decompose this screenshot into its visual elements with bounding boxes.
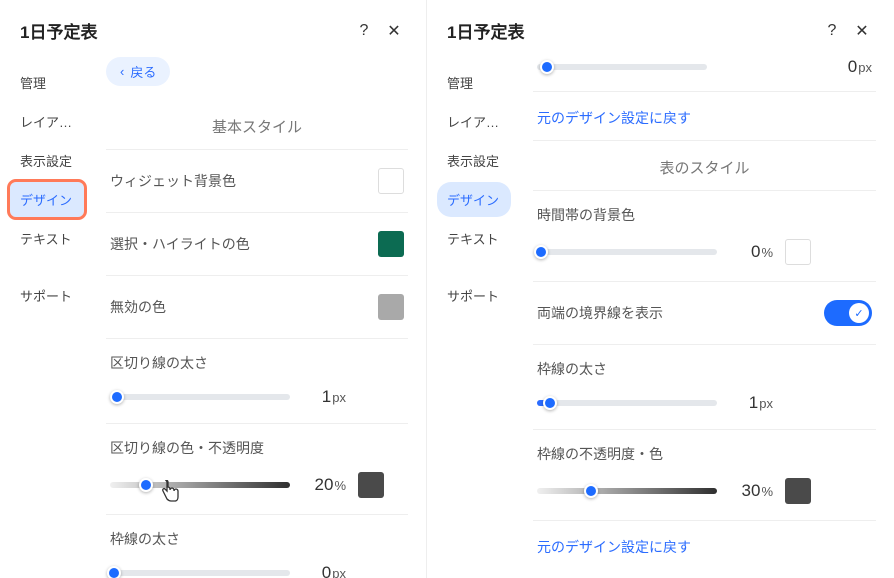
toggle-side-borders[interactable]: ✓ [824,300,872,326]
close-icon[interactable]: ✕ [850,19,874,43]
sidebar-item-layout[interactable]: レイア… [437,104,511,139]
close-icon[interactable]: ✕ [382,19,406,43]
value-divider-opacity: 20% [302,475,346,495]
help-icon[interactable]: ? [352,19,376,43]
slider-peek[interactable] [537,64,707,70]
sidebar: 管理 レイア… 表示設定 デザイン テキスト サポート [427,57,519,578]
reset-link-bottom[interactable]: 元のデザイン設定に戻す [533,520,876,569]
label-border-thickness: 枠線の太さ [110,529,404,549]
sidebar-item-text[interactable]: テキスト [437,221,511,256]
sidebar-item-display[interactable]: 表示設定 [437,143,511,178]
label-side-borders: 両端の境界線を表示 [537,303,663,323]
row-side-borders: 両端の境界線を表示 ✓ [533,282,876,345]
label-border-opacity: 枠線の不透明度・色 [537,444,872,464]
value-border-opacity: 30% [729,481,773,501]
swatch-border-opacity[interactable] [785,478,811,504]
value-peek: 0px [828,57,872,77]
sidebar-item-layout[interactable]: レイア… [10,104,84,139]
back-button[interactable]: ‹ 戻る [106,57,170,86]
row-widget-bg: ウィジェット背景色 [106,150,408,213]
slider-timeband-bg[interactable] [537,249,717,255]
sidebar-item-support[interactable]: サポート [437,278,511,313]
slider-divider-thickness[interactable] [110,394,290,400]
value-divider-thickness: 1px [302,387,346,407]
label-disabled: 無効の色 [110,297,166,317]
group-border-opacity: 枠線の不透明度・色 30% [533,430,876,520]
label-widget-bg: ウィジェット背景色 [110,171,236,191]
check-icon: ✓ [849,303,869,323]
group-border-thickness: 枠線の太さ 1px [533,345,876,430]
label-divider-opacity: 区切り線の色・不透明度 [110,438,404,458]
slider-border-thickness[interactable] [537,400,717,406]
label-border-thickness: 枠線の太さ [537,359,872,379]
panel-header: 1日予定表 ? ✕ [427,0,894,57]
panel-header: 1日予定表 ? ✕ [0,0,426,57]
value-border-thickness: 1px [729,393,773,413]
panel-title: 1日予定表 [20,18,346,43]
label-timeband-bg: 時間帯の背景色 [537,205,872,225]
sidebar-item-text[interactable]: テキスト [10,221,84,256]
group-divider-thickness: 区切り線の太さ 1px [106,339,408,424]
swatch-widget-bg[interactable] [378,168,404,194]
value-timeband-bg: 0% [729,242,773,262]
label-highlight: 選択・ハイライトの色 [110,234,250,254]
section-header: 表のスタイル [533,141,876,191]
slider-border-thickness[interactable] [110,570,290,576]
section-header: 基本スタイル [106,100,408,150]
sidebar-item-support[interactable]: サポート [10,278,84,313]
reset-link-top[interactable]: 元のデザイン設定に戻す [533,92,876,141]
sidebar-item-design[interactable]: デザイン [437,182,511,217]
row-disabled: 無効の色 [106,276,408,339]
slider-divider-opacity[interactable] [110,482,290,488]
swatch-divider-opacity[interactable] [358,472,384,498]
settings-panel-right: 1日予定表 ? ✕ 管理 レイア… 表示設定 デザイン テキスト サポート 0p… [427,0,894,578]
help-icon[interactable]: ? [820,19,844,43]
panel-title: 1日予定表 [447,18,814,43]
sidebar-item-display[interactable]: 表示設定 [10,143,84,178]
group-divider-opacity: 区切り線の色・不透明度 20% [106,424,408,515]
row-highlight: 選択・ハイライトの色 [106,213,408,276]
swatch-disabled[interactable] [378,294,404,320]
content-area: ‹ 戻る 基本スタイル ウィジェット背景色 選択・ハイライトの色 無効の色 区切… [92,57,426,578]
sidebar-item-manage[interactable]: 管理 [437,65,511,100]
peek-slider-row: 0px [533,57,876,92]
sidebar-item-design[interactable]: デザイン [10,182,84,217]
back-label: 戻る [130,62,156,81]
label-divider-thickness: 区切り線の太さ [110,353,404,373]
slider-border-opacity[interactable] [537,488,717,494]
sidebar: 管理 レイア… 表示設定 デザイン テキスト サポート [0,57,92,578]
group-timeband-bg: 時間帯の背景色 0% [533,191,876,282]
settings-panel-left: 1日予定表 ? ✕ 管理 レイア… 表示設定 デザイン テキスト サポート ‹ … [0,0,427,578]
swatch-timeband-bg[interactable] [785,239,811,265]
value-border-thickness: 0px [302,563,346,578]
group-border-thickness: 枠線の太さ 0px [106,515,408,578]
sidebar-item-manage[interactable]: 管理 [10,65,84,100]
content-area: 0px 元のデザイン設定に戻す 表のスタイル 時間帯の背景色 0% [519,57,894,578]
chevron-left-icon: ‹ [120,64,124,79]
swatch-highlight[interactable] [378,231,404,257]
